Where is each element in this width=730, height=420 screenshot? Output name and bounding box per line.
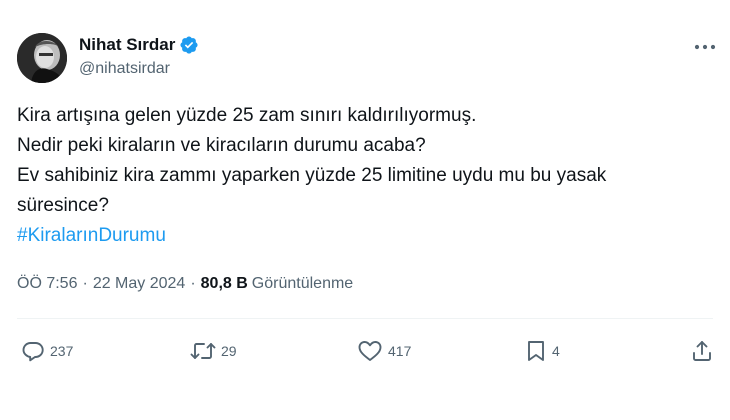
tweet-meta: ÖÖ 7:56 · 22 May 2024 · 80,8 B Görüntüle… bbox=[17, 275, 353, 293]
reply-icon bbox=[22, 342, 44, 362]
like-button[interactable]: 417 bbox=[357, 338, 411, 364]
retweet-icon bbox=[190, 343, 216, 359]
tweet-time[interactable]: ÖÖ 7:56 bbox=[17, 275, 77, 293]
tweet-text-line: Kira artışına gelen yüzde 25 zam sınırı … bbox=[17, 105, 477, 126]
meta-separator: · bbox=[190, 275, 196, 292]
bookmark-button[interactable]: 4 bbox=[525, 338, 560, 364]
tweet-text-line: Nedir peki kiraların ve kiracıların duru… bbox=[17, 135, 426, 156]
share-button[interactable] bbox=[690, 338, 714, 364]
views-count: 80,8 B bbox=[200, 275, 248, 292]
tweet-text-line: süresince? bbox=[17, 195, 109, 216]
views-label: Görüntülenme bbox=[251, 275, 354, 292]
author-handle[interactable]: @nihatsirdar bbox=[79, 60, 170, 78]
profile-photo bbox=[17, 33, 67, 83]
divider bbox=[17, 318, 713, 319]
tweet-date[interactable]: 22 May 2024 bbox=[93, 275, 186, 293]
tweet-card: Nihat Sırdar @nihatsirdar Kira artışına … bbox=[0, 0, 730, 420]
verified-badge-icon bbox=[179, 35, 199, 55]
tweet-text: Kira artışına gelen yüzde 25 zam sınırı … bbox=[17, 101, 707, 251]
retweet-button[interactable]: 29 bbox=[190, 338, 237, 364]
reply-count: 237 bbox=[50, 343, 74, 359]
more-options-button[interactable] bbox=[688, 33, 722, 61]
tweet-text-line: Ev sahibiniz kira zammı yaparken yüzde 2… bbox=[17, 165, 607, 186]
hashtag-link[interactable]: #KiralarınDurumu bbox=[17, 221, 707, 251]
author-display-name[interactable]: Nihat Sırdar bbox=[79, 35, 175, 55]
bookmark-icon bbox=[528, 341, 544, 361]
reply-button[interactable]: 237 bbox=[21, 338, 73, 364]
share-icon bbox=[693, 341, 711, 361]
retweet-count: 29 bbox=[221, 343, 237, 359]
like-count: 417 bbox=[388, 343, 412, 359]
bookmark-count: 4 bbox=[552, 343, 560, 359]
heart-icon bbox=[358, 341, 382, 361]
author-name-row: Nihat Sırdar bbox=[79, 35, 199, 55]
meta-separator: · bbox=[82, 275, 88, 292]
more-horizontal-icon bbox=[694, 44, 716, 50]
avatar[interactable] bbox=[17, 33, 67, 83]
